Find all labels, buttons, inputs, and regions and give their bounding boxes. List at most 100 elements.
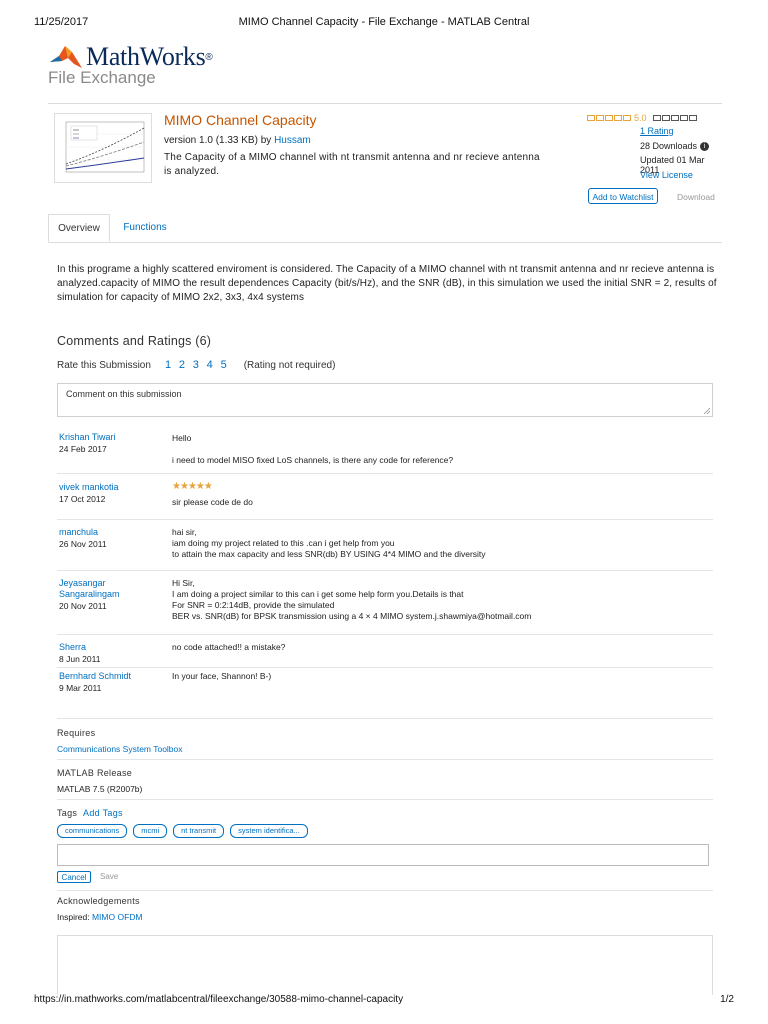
add-to-watchlist-button[interactable]: Add to Watchlist — [588, 188, 658, 204]
registered-mark: ® — [205, 51, 213, 63]
capacity-plot-thumbnail[interactable] — [54, 113, 152, 183]
comment-line: I am doing a project similar to this can… — [172, 589, 464, 599]
comment-rating-stars: ★ ★ ★ ★ ★ — [172, 481, 213, 492]
rate-option-3[interactable]: 3 — [193, 359, 199, 371]
requires-label: Requires — [57, 728, 96, 738]
submission-description: The Capacity of a MIMO channel with nt t… — [164, 152, 540, 177]
tag-input[interactable] — [57, 844, 709, 866]
divider — [57, 718, 713, 719]
average-rating-stars — [587, 115, 632, 121]
comment-line: hai sir, — [172, 527, 197, 537]
comment-body: hai sir, iam doing my project related to… — [172, 527, 692, 560]
rate-submission-row: Rate this Submission 1 2 3 4 5 (Rating n… — [57, 359, 335, 371]
comment-author[interactable]: Sherra — [59, 642, 159, 653]
comment-line: BER vs. SNR(dB) for BPSK transmission us… — [172, 611, 532, 621]
comment-author[interactable]: Krishan Tiwari — [59, 432, 159, 443]
version-text: version 1.0 (1.33 KB) by — [164, 135, 275, 146]
print-page-number: 1/2 — [720, 994, 734, 1005]
rating-note: (Rating not required) — [243, 359, 336, 371]
matlab-release-label: MATLAB Release — [57, 768, 133, 778]
brand[interactable]: MathWorks ® File Exchange — [48, 42, 213, 88]
print-header: 11/25/2017 MIMO Channel Capacity - File … — [34, 16, 734, 30]
tab-functions[interactable]: Functions — [110, 214, 180, 242]
tab-bar: Overview Functions — [48, 214, 722, 243]
comment-date: 9 Mar 2011 — [59, 683, 102, 693]
inspired-line: Inspired: MIMO OFDM — [57, 912, 143, 922]
rate-label: Rate this Submission — [57, 359, 151, 371]
comment-date: 24 Feb 2017 — [59, 444, 107, 454]
rate-option-1[interactable]: 1 — [165, 359, 171, 371]
comments-title: Comments and Ratings (6) — [57, 334, 212, 348]
info-icon[interactable]: i — [700, 142, 710, 152]
tag-list: communications mcmi nt transmit system i… — [57, 824, 314, 838]
comment-body: Hello i need to model MISO fixed LoS cha… — [172, 433, 692, 466]
bottom-panel — [57, 935, 713, 995]
comment-line: no code attached!! a mistake? — [172, 642, 286, 652]
inspired-link[interactable]: MIMO OFDM — [92, 912, 143, 922]
overview-description: In this programe a highly scattered envi… — [57, 264, 717, 303]
comment-line: iam doing my project related to this .ca… — [172, 538, 395, 548]
rate-options: 1 2 3 4 5 — [165, 359, 232, 371]
view-license-link[interactable]: View License — [640, 170, 693, 180]
comment-line: Hi Sir, — [172, 578, 195, 588]
downloads-count: 28 Downloads — [640, 141, 698, 151]
rating-count-link[interactable]: 1 Rating — [640, 126, 674, 136]
comment-date: 8 Jun 2011 — [59, 654, 101, 664]
divider — [57, 634, 713, 635]
save-button[interactable]: Save — [100, 871, 118, 883]
divider — [57, 519, 713, 520]
comment-body: no code attached!! a mistake? — [172, 642, 692, 653]
print-page-title: MIMO Channel Capacity - File Exchange - … — [238, 16, 530, 28]
comment-body: ★ ★ ★ ★ ★ sir please code de do — [172, 482, 692, 508]
tag-chip[interactable]: communications — [57, 824, 128, 838]
submission-sidebar: 5.0 1 Rating 28 Downloads i Updated 01 Ma… — [587, 112, 722, 180]
comment-line: sir please code de do — [172, 497, 253, 507]
comment-date: 20 Nov 2011 — [59, 601, 107, 611]
cancel-button[interactable]: Cancel — [57, 871, 91, 883]
acknowledgements-label: Acknowledgements — [57, 896, 140, 906]
tag-chip[interactable]: nt transmit — [173, 824, 225, 838]
comment-placeholder: Comment on this submission — [66, 389, 182, 399]
tags-label: Tags — [57, 808, 78, 818]
submission-title: MIMO Channel Capacity — [164, 112, 317, 128]
download-button[interactable]: Download — [677, 192, 715, 202]
comment-body: In your face, Shannon! B-) — [172, 671, 692, 682]
comment-line: In your face, Shannon! B-) — [172, 671, 272, 681]
divider — [57, 570, 713, 571]
tag-chip[interactable]: mcmi — [133, 824, 168, 838]
comment-author[interactable]: Jeyasangar Sangaralingam — [59, 578, 159, 600]
comment-line: to attain the max capacity and less SNR(… — [172, 549, 486, 559]
rate-option-5[interactable]: 5 — [221, 359, 227, 371]
submission-summary: MIMO Channel Capacity version 1.0 (1.33 … — [48, 103, 722, 212]
comment-author[interactable]: Bernhard Schmidt — [59, 671, 159, 682]
rating-value: 5.0 — [634, 113, 647, 123]
divider — [57, 473, 713, 474]
divider — [57, 890, 713, 891]
divider — [57, 799, 713, 800]
author-link[interactable]: Hussam — [274, 135, 311, 146]
comment-line: For SNR = 0:2:14dB, provide the simulate… — [172, 600, 335, 610]
print-url: https://in.mathworks.com/matlabcentral/f… — [34, 994, 404, 1005]
divider — [57, 759, 713, 760]
comment-date: 26 Nov 2011 — [59, 539, 107, 549]
matlab-release-value: MATLAB 7.5 (R2007b) — [57, 784, 143, 794]
rating-row: 5.0 — [587, 112, 722, 124]
inspired-label: Inspired: — [57, 912, 92, 922]
tag-chip[interactable]: system identifica... — [230, 824, 308, 838]
rate-option-4[interactable]: 4 — [207, 359, 213, 371]
requires-link[interactable]: Communications System Toolbox — [57, 744, 183, 754]
add-tags-link[interactable]: Add Tags — [83, 808, 123, 818]
user-rating-stars[interactable] — [652, 115, 698, 121]
resize-grip-icon[interactable] — [703, 407, 710, 414]
comment-body: Hi Sir, I am doing a project similar to … — [172, 578, 692, 622]
comment-textarea[interactable]: Comment on this submission — [57, 383, 713, 417]
tab-overview[interactable]: Overview — [48, 214, 110, 242]
comment-line: Hello — [172, 433, 192, 443]
comment-line: i need to model MISO fixed LoS channels,… — [172, 455, 454, 465]
comment-date: 17 Oct 2012 — [59, 494, 106, 504]
divider — [57, 667, 713, 668]
comment-author[interactable]: vivek mankotia — [59, 482, 159, 493]
rate-option-2[interactable]: 2 — [179, 359, 185, 371]
tags-heading: Tags Add Tags — [57, 808, 123, 818]
comment-author[interactable]: manchula — [59, 527, 159, 538]
